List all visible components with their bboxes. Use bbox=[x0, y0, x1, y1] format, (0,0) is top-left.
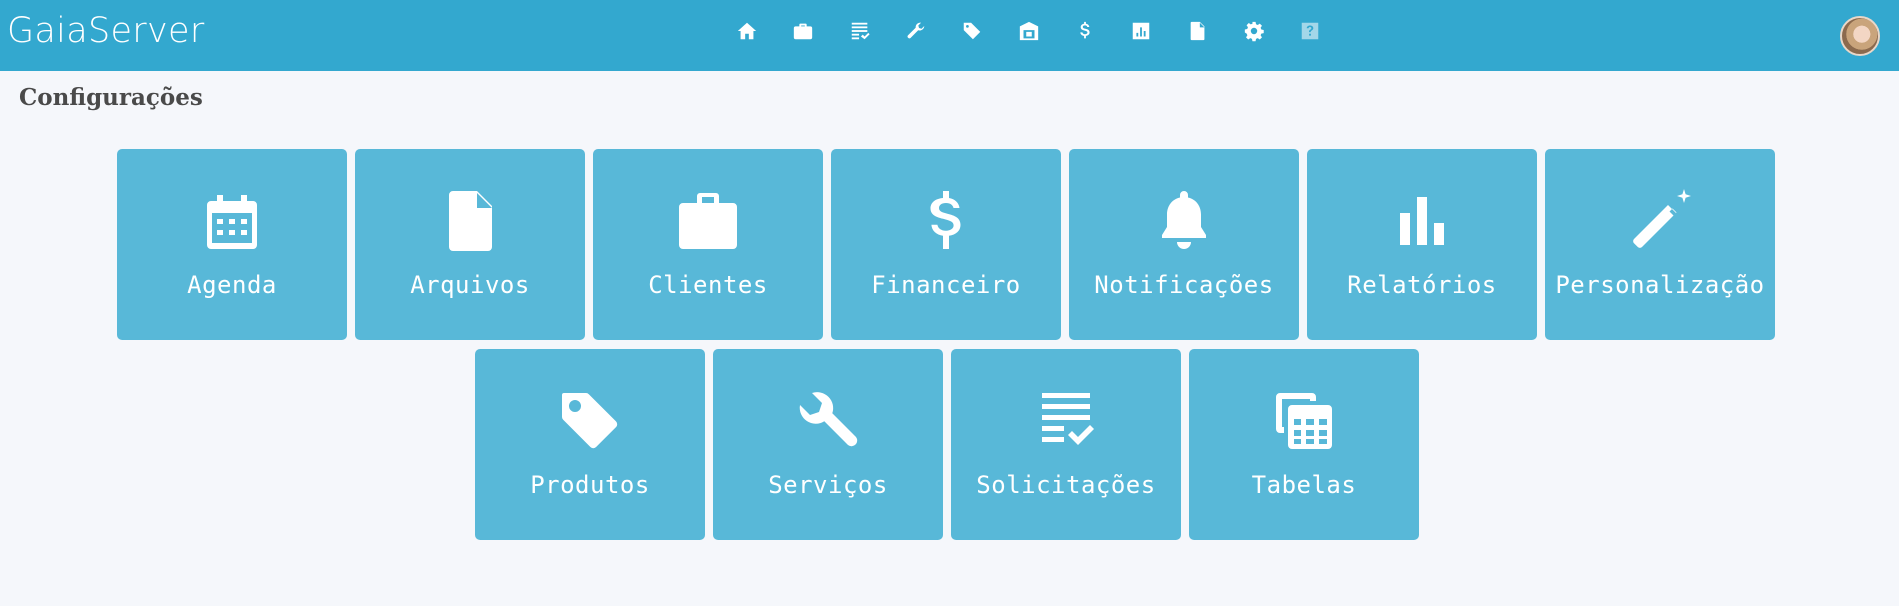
tile-label: Clientes bbox=[648, 271, 768, 299]
tile-clientes[interactable]: Clientes bbox=[593, 149, 823, 340]
tile-personalizacao[interactable]: Personalização bbox=[1545, 149, 1775, 340]
tag-icon[interactable] bbox=[944, 16, 1000, 46]
brand-logo[interactable]: GaiaServer bbox=[7, 11, 205, 51]
tile-label: Relatórios bbox=[1347, 271, 1497, 299]
tile-solicitacoes[interactable]: Solicitações bbox=[951, 349, 1181, 540]
tile-arquivos[interactable]: Arquivos bbox=[355, 149, 585, 340]
tile-agenda[interactable]: Agenda bbox=[117, 149, 347, 340]
tile-tabelas[interactable]: Tabelas bbox=[1189, 349, 1419, 540]
bar-chart-icon bbox=[1390, 189, 1454, 253]
file-icon[interactable] bbox=[1169, 16, 1225, 46]
user-avatar[interactable] bbox=[1840, 16, 1880, 56]
tile-label: Tabelas bbox=[1251, 471, 1357, 499]
tile-label: Serviços bbox=[768, 471, 888, 499]
tile-label: Agenda bbox=[187, 271, 277, 299]
tile-label: Arquivos bbox=[410, 271, 530, 299]
bell-icon bbox=[1152, 189, 1216, 253]
checklist-icon[interactable] bbox=[832, 16, 888, 46]
calendar-icon bbox=[200, 189, 264, 253]
file-icon bbox=[438, 189, 502, 253]
help-icon[interactable] bbox=[1282, 16, 1338, 46]
wrench-icon[interactable] bbox=[888, 16, 944, 46]
tile-notificacoes[interactable]: Notificações bbox=[1069, 149, 1299, 340]
gear-icon[interactable] bbox=[1226, 16, 1282, 46]
tile-label: Notificações bbox=[1094, 271, 1274, 299]
tile-label: Financeiro bbox=[871, 271, 1021, 299]
tile-relatorios[interactable]: Relatórios bbox=[1307, 149, 1537, 340]
tile-label: Personalização bbox=[1555, 271, 1765, 299]
page-title: Configurações bbox=[19, 84, 203, 111]
checklist-icon bbox=[1034, 389, 1098, 453]
tile-label: Produtos bbox=[530, 471, 650, 499]
dollar-icon bbox=[914, 189, 978, 253]
warehouse-icon[interactable] bbox=[1000, 16, 1056, 46]
tile-label: Solicitações bbox=[976, 471, 1156, 499]
magic-wand-icon bbox=[1628, 189, 1692, 253]
briefcase-icon[interactable] bbox=[775, 16, 831, 46]
tile-financeiro[interactable]: Financeiro bbox=[831, 149, 1061, 340]
briefcase-icon bbox=[676, 189, 740, 253]
dollar-icon[interactable] bbox=[1057, 16, 1113, 46]
wrench-icon bbox=[796, 389, 860, 453]
tag-icon bbox=[558, 389, 622, 453]
top-navbar: GaiaServer bbox=[0, 0, 1899, 71]
home-icon[interactable] bbox=[719, 16, 775, 46]
nav-icon-bar bbox=[719, 16, 1338, 46]
tile-produtos[interactable]: Produtos bbox=[475, 349, 705, 540]
tables-icon bbox=[1272, 389, 1336, 453]
chart-icon[interactable] bbox=[1113, 16, 1169, 46]
tile-servicos[interactable]: Serviços bbox=[713, 349, 943, 540]
